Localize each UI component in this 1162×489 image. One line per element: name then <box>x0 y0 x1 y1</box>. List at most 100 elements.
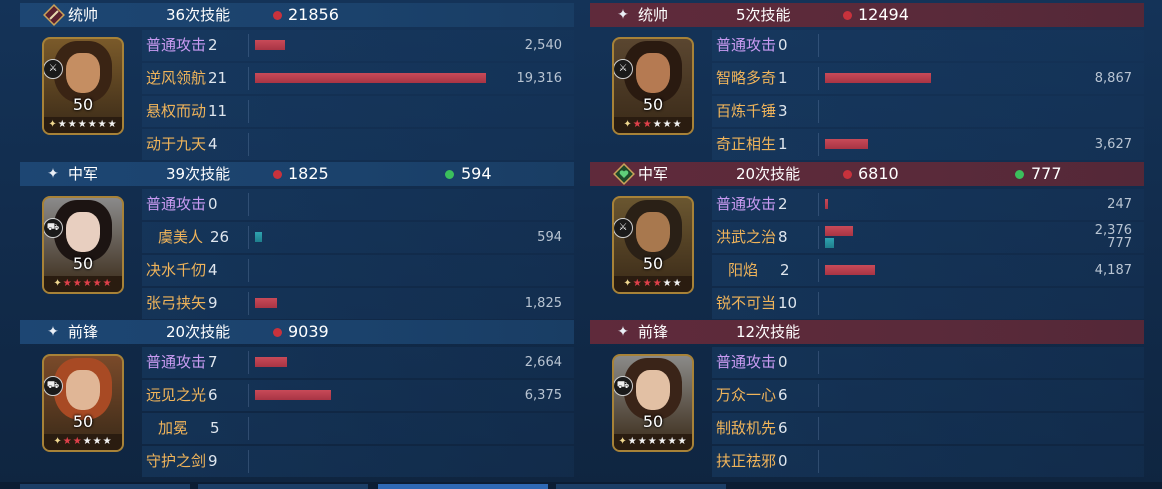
skill-row: 阳焰 2 4,187 <box>712 255 1144 286</box>
damage-amount: 2,540 <box>524 38 562 53</box>
skill-count: 5次技能 <box>736 6 791 24</box>
skill-name: 奇正相生 <box>716 135 777 153</box>
heal-amount: 594 <box>537 230 562 245</box>
skill-count: 12次技能 <box>736 323 801 341</box>
role-label: 前锋 <box>638 323 669 341</box>
basic-attack-label: 普通攻击 <box>146 36 207 54</box>
row-divider <box>248 34 249 57</box>
skill-rows: 普通攻击 2 247 洪武之治 8 2,376 777 阳焰 2 4,187 锐不可当 10 <box>590 186 1144 320</box>
skill-rows: 普通攻击 0 智略多奇 1 8,867 百炼千锤 3 奇正相生 1 3,627 <box>590 27 1144 161</box>
bottom-tab-3[interactable] <box>378 484 548 489</box>
row-divider <box>818 292 819 315</box>
skill-name: 扶正祛邪 <box>716 452 777 470</box>
row-divider <box>248 450 249 473</box>
panel-header: 中军 20次技能 6810 777 <box>590 162 1144 186</box>
bottom-tab-4[interactable] <box>556 484 726 489</box>
row-divider <box>248 292 249 315</box>
damage-bar <box>255 357 287 367</box>
damage-bar <box>825 139 868 149</box>
skill-name: 动于九天 <box>146 135 207 153</box>
row-divider <box>248 417 249 440</box>
player-panel-right: ✦ 统帅 5次技能 12494 50 ✦★★★★★ ⚔ 普通攻击 0 智略多奇 1 8,867 百炼千锤… <box>590 3 1144 161</box>
skill-use-count: 9 <box>208 452 218 470</box>
row-divider <box>248 384 249 407</box>
skill-count: 39次技能 <box>166 165 231 183</box>
row-divider <box>818 259 819 282</box>
row-divider <box>818 100 819 123</box>
skill-rows: 普通攻击 0 万众一心 6 制敌机先 6 扶正祛邪 0 <box>590 344 1144 478</box>
skill-use-count: 5 <box>210 419 220 437</box>
skill-row: 虞美人 26 594 <box>142 222 574 253</box>
skill-row: 扶正祛邪 0 <box>712 446 1144 477</box>
skill-name: 制敌机先 <box>716 419 777 437</box>
skill-name: 远见之光 <box>146 386 207 404</box>
skill-use-count: 7 <box>208 353 218 371</box>
skill-row: 张弓挟矢 9 1,825 <box>142 288 574 319</box>
skill-row: 锐不可当 10 <box>712 288 1144 319</box>
damage-bar <box>825 73 931 83</box>
damage-value: 21856 <box>288 5 339 24</box>
skill-use-count: 4 <box>208 261 218 279</box>
damage-value: 6810 <box>858 164 899 183</box>
bottom-tab-1[interactable] <box>20 484 190 489</box>
row-divider <box>248 351 249 374</box>
row-divider <box>818 351 819 374</box>
skill-use-count: 0 <box>208 195 218 213</box>
damage-amount: 247 <box>1107 197 1132 212</box>
row-divider <box>818 384 819 407</box>
sparkle-icon: ✦ <box>617 324 629 340</box>
skill-name: 百炼千锤 <box>716 102 777 120</box>
diamond-sword-icon <box>42 3 66 27</box>
damage-bar <box>255 298 277 308</box>
heal-value: 594 <box>461 164 492 183</box>
heal-value: 777 <box>1031 164 1062 183</box>
damage-amount: 1,825 <box>524 296 562 311</box>
row-divider <box>818 34 819 57</box>
sparkle-icon: ✦ <box>47 166 59 182</box>
sparkle-icon: ✦ <box>47 324 59 340</box>
bottom-tab-2[interactable] <box>198 484 368 489</box>
row-divider <box>248 259 249 282</box>
row-divider <box>818 193 819 216</box>
row-divider <box>818 450 819 473</box>
skill-use-count: 0 <box>778 353 788 371</box>
damage-dot-icon <box>843 170 852 179</box>
skill-row: 决水千仞 4 <box>142 255 574 286</box>
damage-bar <box>255 390 331 400</box>
role-label: 中军 <box>638 165 669 183</box>
basic-attack-label: 普通攻击 <box>716 195 777 213</box>
skill-use-count: 6 <box>778 419 788 437</box>
skill-name: 虞美人 <box>158 228 204 246</box>
row-divider <box>248 193 249 216</box>
skill-use-count: 10 <box>778 294 798 312</box>
skill-row: 普通攻击 7 2,664 <box>142 347 574 378</box>
skill-row: 远见之光 6 6,375 <box>142 380 574 411</box>
skill-use-count: 2 <box>778 195 788 213</box>
skill-rows: 普通攻击 0 虞美人 26 594 决水千仞 4 张弓挟矢 9 1,825 <box>20 186 574 320</box>
heal-bar <box>255 232 262 242</box>
skill-name: 加冕 <box>158 419 189 437</box>
skill-name: 锐不可当 <box>716 294 777 312</box>
skill-row: 百炼千锤 3 <box>712 96 1144 127</box>
player-panel-left: ✦ 中军 39次技能 1825 594 50 ✦★★★★★ ⛟ 普通攻击 0 虞美人 26 594 决水千… <box>20 162 574 320</box>
row-divider <box>818 226 819 249</box>
row-divider <box>818 67 819 90</box>
damage-dot-icon <box>273 170 282 179</box>
row-divider <box>248 226 249 249</box>
skill-name: 阳焰 <box>728 261 759 279</box>
damage-bar <box>825 226 853 236</box>
skill-name: 万众一心 <box>716 386 777 404</box>
damage-amount: 2,664 <box>524 355 562 370</box>
player-panel-right: 中军 20次技能 6810 777 50 ✦★★★★★ ⚔ 普通攻击 2 247 洪武之治 8 2,37… <box>590 162 1144 320</box>
skill-row: 万众一心 6 <box>712 380 1144 411</box>
damage-amount: 8,867 <box>1094 71 1132 86</box>
role-label: 中军 <box>68 165 99 183</box>
panel-header: ✦ 前锋 20次技能 9039 <box>20 320 574 344</box>
skill-use-count: 0 <box>778 452 788 470</box>
skill-row: 奇正相生 1 3,627 <box>712 129 1144 160</box>
damage-value: 12494 <box>858 5 909 24</box>
skill-use-count: 9 <box>208 294 218 312</box>
role-label: 统帅 <box>68 6 99 24</box>
sparkle-icon: ✦ <box>617 7 629 23</box>
panel-header: ✦ 中军 39次技能 1825 594 <box>20 162 574 186</box>
